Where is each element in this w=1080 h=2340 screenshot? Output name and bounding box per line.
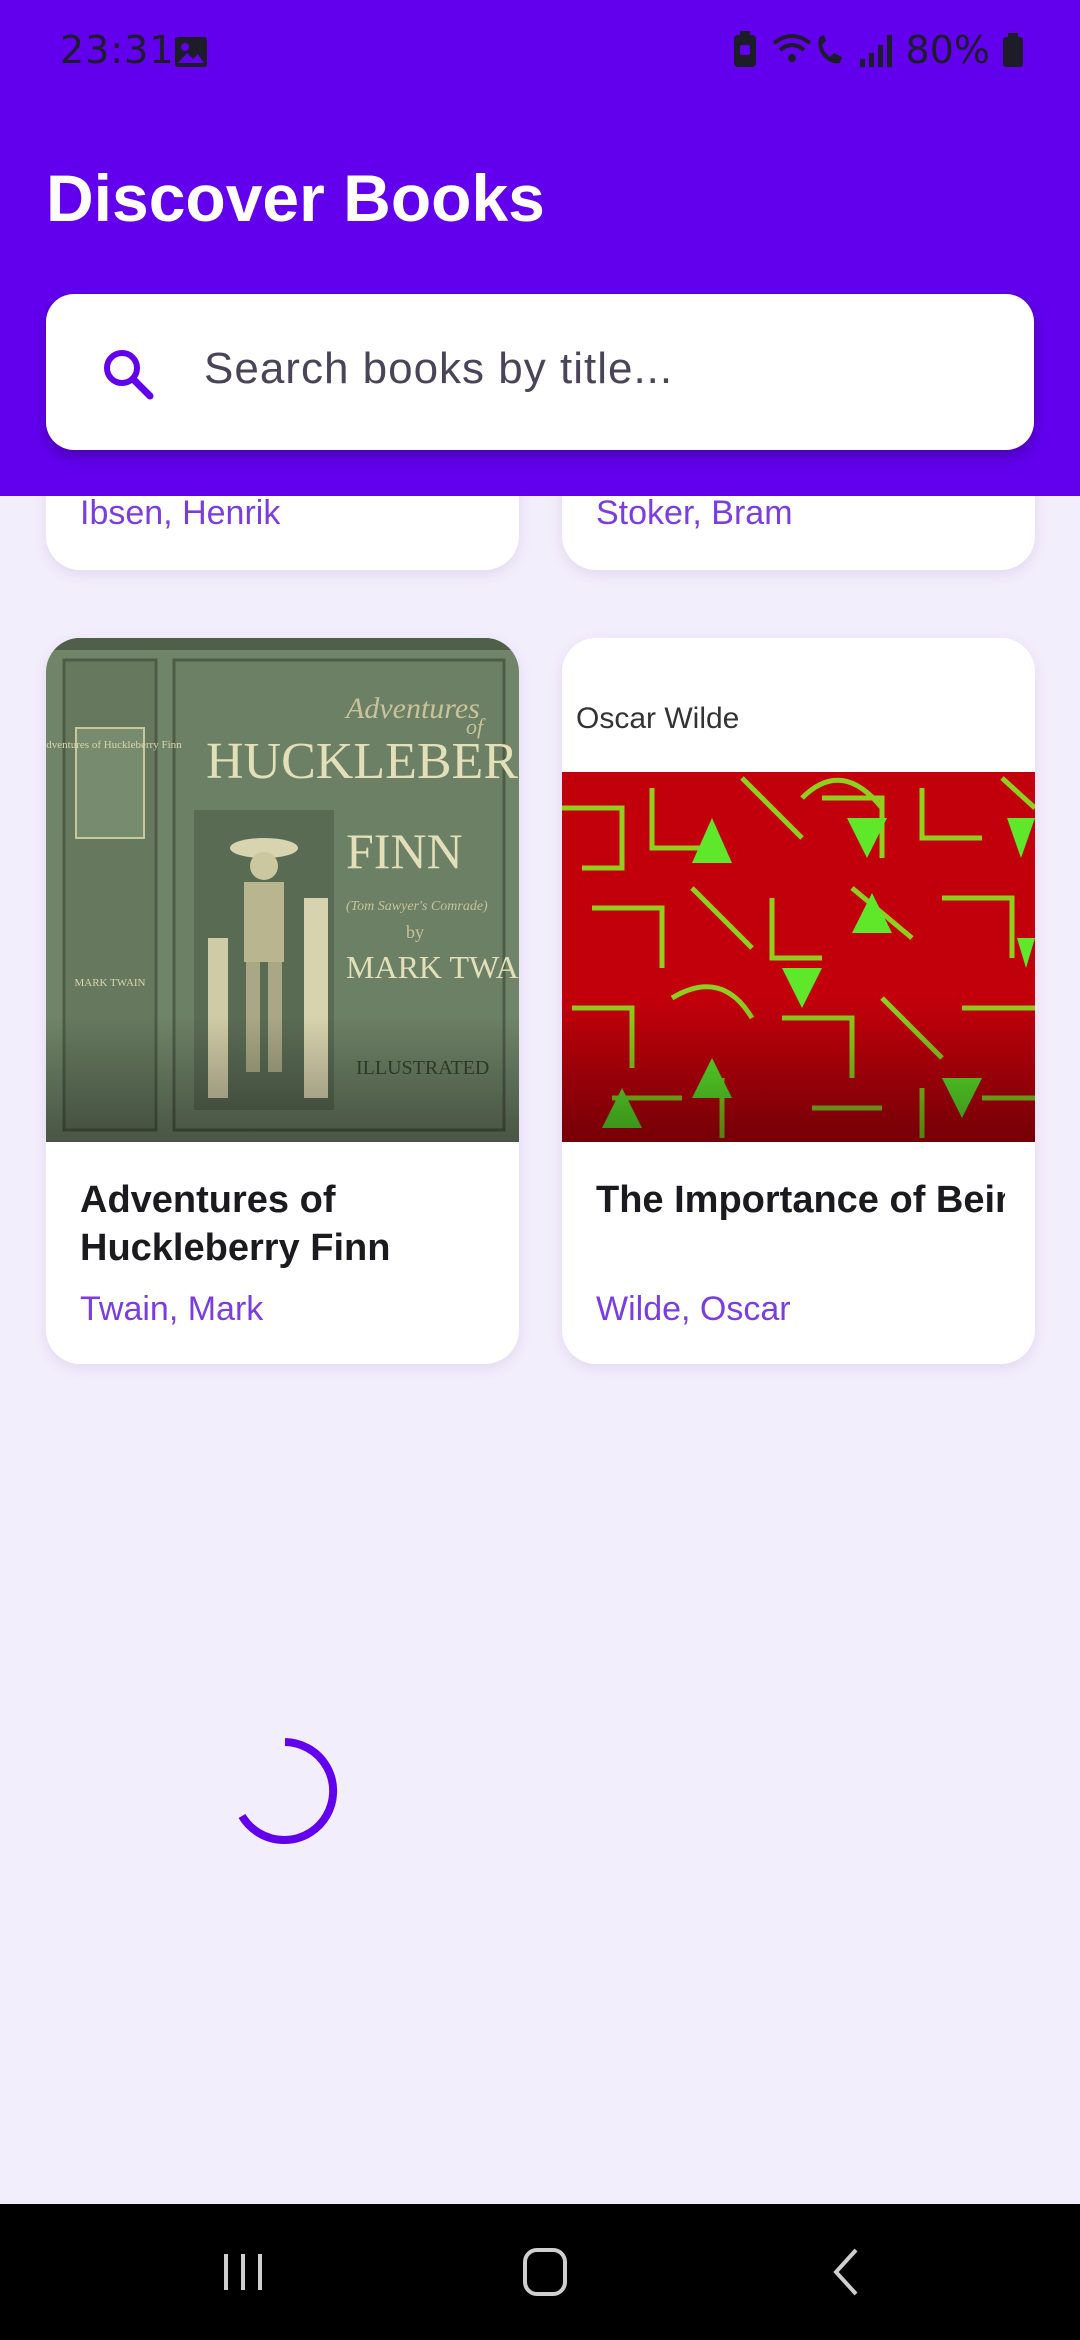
- book-title: The Importance of Being Earnest: A Tri…: [596, 1179, 1005, 1221]
- status-time: 23:31: [60, 28, 175, 72]
- wifi-calling-icon: [772, 34, 842, 64]
- cover-text-main2: FINN: [346, 823, 463, 879]
- book-title: Adventures of Huckleberry Finn: [80, 1179, 391, 1269]
- book-cover-image: Oscar Wilde: [562, 638, 1035, 1142]
- gallery-icon: [175, 37, 207, 67]
- cover-text-by: by: [406, 922, 424, 942]
- search-icon: [104, 350, 154, 400]
- signal-icon: [859, 35, 892, 67]
- search-placeholder: Search books by title...: [204, 344, 674, 393]
- loading-spinner: [238, 1738, 338, 1844]
- cover-text-top: Adventures: [344, 692, 480, 725]
- status-icons: 80%: [732, 28, 1024, 72]
- cover-spine-author: MARK TWAIN: [75, 977, 146, 989]
- battery-saver-icon: [733, 31, 756, 67]
- recent-apps-icon[interactable]: [208, 2242, 278, 2302]
- book-cover-image: Adventures of HUCKLEBERRY FINN (Tom Sawy…: [46, 638, 519, 1142]
- cover-spine-text: Adventures of Huckleberry Finn: [46, 739, 182, 751]
- cover-text-sub: (Tom Sawyer's Comrade): [346, 899, 488, 914]
- status-bar: 23:31 80%: [0, 0, 1080, 100]
- back-icon[interactable]: [812, 2242, 882, 2302]
- book-card[interactable]: Oscar Wilde The Importance of Being Earn…: [562, 638, 1035, 1364]
- book-author: Ibsen, Henrik: [80, 494, 281, 532]
- cover-text-main1: HUCKLEBERRY: [206, 733, 519, 790]
- cover-text-author: Oscar Wilde: [576, 702, 739, 735]
- book-card[interactable]: Adventures of HUCKLEBERRY FINN (Tom Sawy…: [46, 638, 519, 1364]
- navigation-bar: [0, 2204, 1080, 2340]
- book-author: Twain, Mark: [80, 1290, 264, 1328]
- battery-percent: 80%: [905, 28, 990, 72]
- app-header: 23:31 80% Discover Books Search books by…: [0, 0, 1080, 496]
- book-author: Stoker, Bram: [596, 494, 793, 532]
- page-title: Discover Books: [46, 161, 545, 235]
- cover-text-bottom: ILLUSTRATED: [356, 1057, 489, 1079]
- home-icon[interactable]: [510, 2242, 580, 2302]
- battery-icon: [1003, 33, 1023, 67]
- cover-text-author: MARK TWAIN: [346, 949, 519, 985]
- search-input[interactable]: Search books by title...: [46, 294, 1034, 450]
- book-author: Wilde, Oscar: [596, 1290, 791, 1328]
